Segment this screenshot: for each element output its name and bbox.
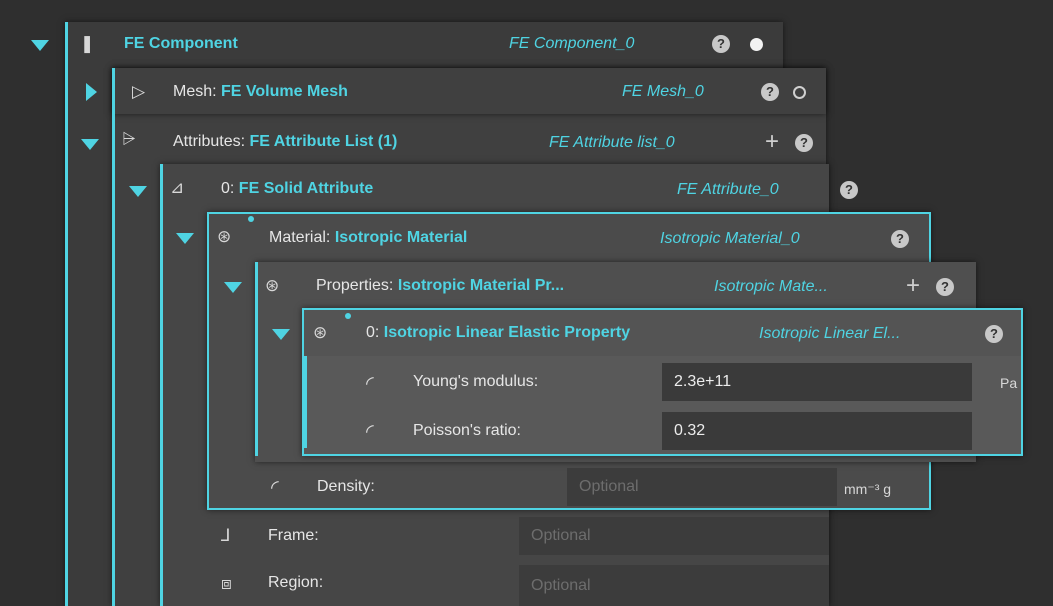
component-icon: ❚ [80, 34, 95, 53]
material-instance: Isotropic Material_0 [660, 230, 800, 247]
region-label: Region: [268, 574, 324, 591]
material-icon: ⊛ [217, 227, 232, 246]
poissons-ratio-label: Poisson's ratio: [413, 422, 521, 439]
attributes-help-icon[interactable]: ? [795, 134, 813, 152]
attribute-list-icon: ⩥ [122, 129, 136, 148]
expand-material-toggle[interactable] [176, 233, 194, 244]
component-label: FE Component [124, 35, 238, 52]
attributes-instance: FE Attribute list_0 [549, 134, 675, 151]
density-unit: mm⁻³ g [844, 481, 892, 497]
attribute0-value: FE Solid Attribute [238, 180, 374, 197]
properties-row[interactable]: Properties: Isotropic Material Pr... [316, 264, 564, 308]
region-icon: ⧈ [221, 574, 232, 593]
status-dot-empty-icon [793, 86, 806, 99]
properties-icon: ⊛ [265, 276, 280, 295]
mesh-row[interactable]: Mesh: FE Volume Mesh [173, 70, 348, 114]
status-dot-filled-icon [750, 38, 763, 51]
properties-value: Isotropic Material Pr... [397, 277, 565, 294]
youngs-modulus-input[interactable]: 2.3e+11 [662, 363, 972, 401]
material-value: Isotropic Material [334, 229, 468, 246]
frame-label: Frame: [268, 527, 319, 544]
properties-key: Properties: [316, 277, 394, 294]
signal-icon: ◜ [366, 421, 374, 443]
material-help-icon[interactable]: ? [891, 230, 909, 248]
expand-properties-toggle[interactable] [224, 282, 242, 293]
property0-value: Isotropic Linear Elastic Property [383, 324, 631, 341]
tree-line-attribute0 [160, 164, 163, 606]
add-attribute-button[interactable]: + [765, 130, 779, 154]
property0-instance: Isotropic Linear El... [759, 325, 901, 342]
frame-input[interactable]: Optional [519, 517, 829, 555]
mesh-instance: FE Mesh_0 [622, 83, 704, 100]
tree-line-attributes [112, 68, 115, 606]
mesh-key: Mesh: [173, 83, 217, 100]
tree-line-properties [255, 262, 258, 456]
attributes-key: Attributes: [173, 133, 246, 150]
solid-attribute-icon: ⊿ [170, 178, 185, 197]
expand-attribute0-toggle[interactable] [129, 186, 147, 197]
attribute0-row[interactable]: 0: FE Solid Attribute [221, 167, 373, 211]
expand-component-toggle[interactable] [31, 40, 49, 51]
attribute0-instance: FE Attribute_0 [677, 181, 779, 198]
poissons-ratio-input[interactable]: 0.32 [662, 412, 972, 450]
property0-key: 0: [366, 324, 380, 341]
signal-icon: ◜ [366, 373, 374, 395]
property0-row[interactable]: 0: Isotropic Linear Elastic Property [366, 311, 630, 355]
density-label: Density: [317, 478, 375, 495]
attribute0-key: 0: [221, 180, 235, 197]
material-key: Material: [269, 229, 331, 246]
frame-icon: ⅃ [221, 526, 231, 545]
mesh-value: FE Volume Mesh [221, 83, 348, 100]
expand-attributes-toggle[interactable] [81, 139, 99, 150]
component-instance: FE Component_0 [509, 35, 635, 52]
density-input[interactable]: Optional [567, 468, 837, 506]
attributes-value: FE Attribute List (1) [249, 133, 398, 150]
region-input[interactable]: Optional [519, 565, 829, 606]
mesh-icon: ▷ [132, 82, 146, 101]
youngs-modulus-label: Young's modulus: [413, 373, 539, 390]
signal-icon: ◜ [271, 477, 279, 499]
property0-help-icon[interactable]: ? [985, 325, 1003, 343]
component-help-icon[interactable]: ? [712, 35, 730, 53]
tree-line-property0 [304, 356, 307, 448]
material-row[interactable]: Material: Isotropic Material [269, 216, 467, 260]
material-modified-dot [248, 216, 254, 222]
attributes-row[interactable]: Attributes: FE Attribute List (1) [173, 120, 397, 164]
expand-mesh-toggle[interactable] [86, 83, 97, 101]
property0-modified-dot [345, 313, 351, 319]
attribute0-help-icon[interactable]: ? [840, 181, 858, 199]
mesh-help-icon[interactable]: ? [761, 83, 779, 101]
add-property-button[interactable]: + [906, 274, 920, 298]
component-row[interactable]: FE Component [124, 22, 238, 66]
property-icon: ⊛ [313, 323, 328, 342]
tree-line-component [65, 22, 68, 606]
youngs-modulus-unit: Pa [1000, 375, 1018, 391]
properties-instance: Isotropic Mate... [714, 278, 828, 295]
properties-help-icon[interactable]: ? [936, 278, 954, 296]
expand-property0-toggle[interactable] [272, 329, 290, 340]
